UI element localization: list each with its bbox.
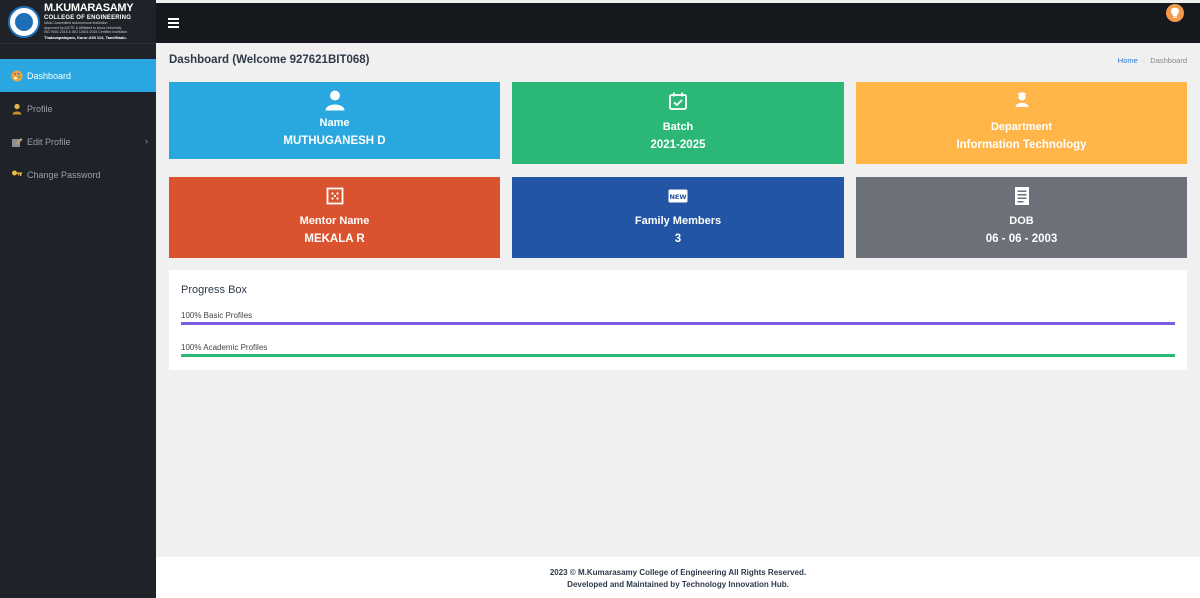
progress-bar-basic xyxy=(181,322,1175,325)
card-value: MUTHUGANESH D xyxy=(283,135,386,147)
sidebar-item-profile[interactable]: Profile xyxy=(0,92,156,125)
person-badge-icon xyxy=(1011,90,1033,112)
chevron-right-icon: › xyxy=(145,136,148,146)
breadcrumb-current: Dashboard xyxy=(1150,56,1187,65)
card-label: Name xyxy=(319,117,350,129)
card-name: Name MUTHUGANESH D xyxy=(169,82,500,159)
card-label: Family Members xyxy=(634,215,722,227)
top-navbar xyxy=(156,3,1200,43)
progress-box: Progress Box 100% Basic Profiles 100% Ac… xyxy=(169,270,1187,370)
sidebar-item-dashboard[interactable]: Dashboard xyxy=(0,59,156,92)
sidebar-item-label: Edit Profile xyxy=(27,136,71,147)
sidebar: M.KUMARASAMY COLLEGE OF ENGINEERING NAAC… xyxy=(0,0,156,598)
card-label: Mentor Name xyxy=(299,215,370,227)
college-logo[interactable]: M.KUMARASAMY COLLEGE OF ENGINEERING NAAC… xyxy=(0,0,156,44)
sidebar-item-label: Dashboard xyxy=(27,70,72,81)
card-value: 06 - 06 - 2003 xyxy=(985,233,1058,245)
card-dob: DOB 06 - 06 - 2003 xyxy=(856,177,1187,258)
grid-square-icon xyxy=(324,185,346,207)
user-icon xyxy=(10,102,23,115)
card-mentor-name: Mentor Name MEKALA R xyxy=(169,177,500,258)
edit-icon xyxy=(10,135,23,148)
card-value: MEKALA R xyxy=(304,233,365,245)
card-label: Batch xyxy=(662,121,694,133)
card-value: 3 xyxy=(674,233,682,245)
sidebar-item-change-password[interactable]: Change Password xyxy=(0,158,156,191)
calendar-check-icon xyxy=(667,90,689,112)
breadcrumb-separator: › xyxy=(1142,56,1146,65)
hamburger-menu-icon[interactable] xyxy=(168,18,179,30)
new-badge-icon: NEW xyxy=(667,185,689,207)
card-label: DOB xyxy=(1009,215,1034,227)
progress-box-title: Progress Box xyxy=(181,284,248,296)
footer-copyright: 2023 © M.Kumarasamy College of Engineeri… xyxy=(549,568,807,577)
footer: 2023 © M.Kumarasamy College of Engineeri… xyxy=(156,557,1200,598)
document-icon xyxy=(1011,185,1033,207)
page-title: Dashboard (Welcome 927621BIT068) xyxy=(169,54,370,66)
breadcrumb-home-link[interactable]: Home xyxy=(1118,56,1138,65)
sidebar-item-label: Profile xyxy=(27,103,53,114)
card-family-members: NEW Family Members 3 xyxy=(512,177,844,258)
progress-label-academic: 100% Academic Profiles xyxy=(181,343,268,352)
card-value: 2021-2025 xyxy=(650,139,706,151)
svg-text:NEW: NEW xyxy=(669,193,686,201)
progress-label-basic: 100% Basic Profiles xyxy=(181,311,253,320)
card-value: Information Technology xyxy=(956,139,1087,151)
sidebar-item-edit-profile[interactable]: Edit Profile › xyxy=(0,125,156,158)
sidebar-menu: Dashboard Profile Edit Profile › Change … xyxy=(0,59,156,191)
logo-location: Thalavapalayam, Karur-639 113, TamilNadu… xyxy=(44,34,127,40)
logo-title: M.KUMARASAMY xyxy=(44,2,134,15)
breadcrumb: Home › Dashboard xyxy=(1118,56,1187,65)
card-department: Department Information Technology xyxy=(856,82,1187,164)
card-batch: Batch 2021-2025 xyxy=(512,82,844,164)
footer-credit: Developed and Maintained by Technology I… xyxy=(567,580,789,589)
key-icon xyxy=(10,168,23,181)
college-seal-icon xyxy=(8,5,40,38)
card-label: Department xyxy=(990,121,1053,133)
sidebar-item-label: Change Password xyxy=(27,169,101,180)
progress-fill-basic xyxy=(181,322,1175,325)
progress-fill-academic xyxy=(181,354,1175,357)
user-avatar-icon[interactable] xyxy=(1166,4,1184,22)
user-icon xyxy=(324,89,346,111)
palette-icon xyxy=(10,69,23,82)
logo-text: M.KUMARASAMY COLLEGE OF ENGINEERING NAAC… xyxy=(44,2,134,40)
progress-bar-academic xyxy=(181,354,1175,357)
